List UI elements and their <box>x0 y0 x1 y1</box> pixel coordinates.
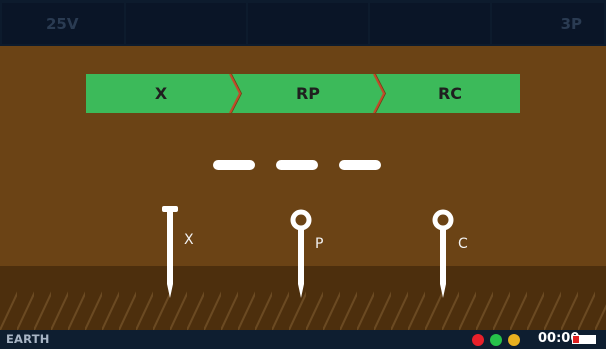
ring-stake-icon <box>432 209 454 298</box>
red-status-icon <box>472 334 484 346</box>
stakes-layer <box>162 206 454 298</box>
green-status-icon <box>490 334 502 346</box>
stake-label-c: C <box>458 236 468 252</box>
battery-icon <box>572 335 596 344</box>
function-label: EARTH <box>6 332 50 346</box>
yellow-status-icon <box>508 334 520 346</box>
battery-level-fill <box>573 336 579 343</box>
ring-stake-icon <box>290 209 312 298</box>
measurement-screen: 25V 3P X RP RC X P C EARTH 00:00 <box>0 0 606 349</box>
bottom-status-bar: EARTH 00:00 <box>0 330 606 349</box>
stake-label-x: X <box>184 232 194 248</box>
nail-stake-icon <box>162 206 178 298</box>
stake-label-p: P <box>315 236 324 252</box>
